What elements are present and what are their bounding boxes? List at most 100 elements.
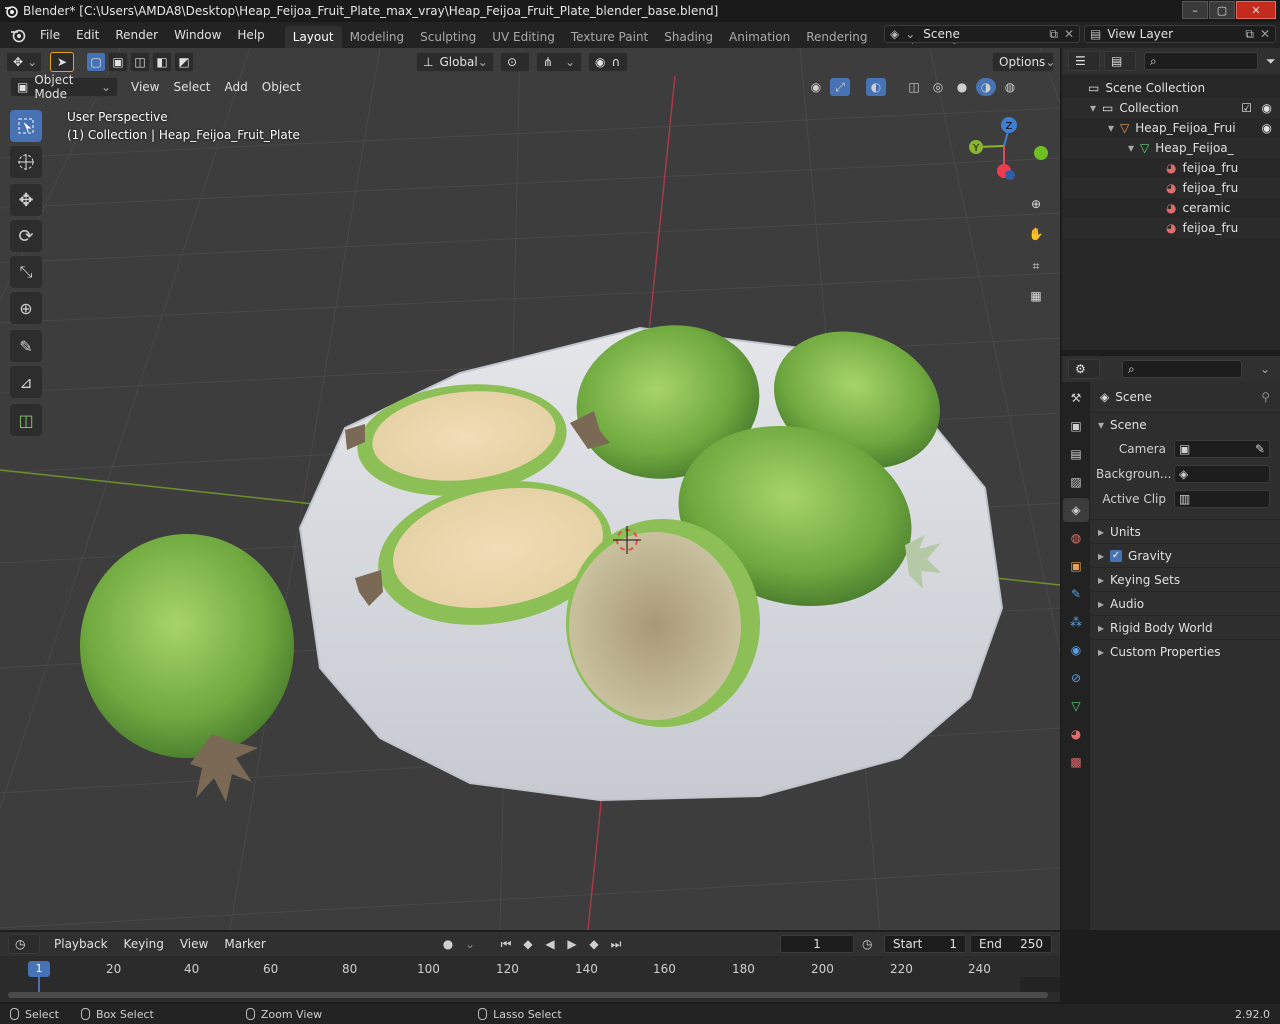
- properties-search-input[interactable]: ⌕: [1122, 360, 1242, 378]
- view-layer-selector[interactable]: ▤ View Layer ⧉ ✕: [1084, 25, 1276, 43]
- chevron-down-icon[interactable]: ▾: [1128, 141, 1134, 155]
- timeline-editor-type[interactable]: ◷: [8, 934, 40, 954]
- overlay-toggle-icon[interactable]: ◐: [866, 78, 886, 96]
- gravity-panel-header[interactable]: ▸ ✓ Gravity: [1090, 543, 1280, 567]
- jump-end-icon[interactable]: ⏭: [606, 935, 626, 953]
- camera-view-button[interactable]: ⌗: [1024, 254, 1048, 278]
- cursor-tool[interactable]: [10, 146, 42, 178]
- gizmo-toggle-icon[interactable]: ⤢: [830, 78, 850, 96]
- eye-icon[interactable]: ◉: [1262, 121, 1272, 135]
- outliner-material[interactable]: ◕ feijoa_fru: [1062, 178, 1280, 198]
- outliner-mesh[interactable]: ▾ ▽ Heap_Feijoa_: [1062, 138, 1280, 158]
- camera-field[interactable]: ▣ ✎: [1174, 439, 1270, 458]
- pin-icon[interactable]: ⚲: [1261, 390, 1270, 404]
- scale-tool[interactable]: ⤡: [10, 256, 42, 288]
- move-tool[interactable]: ✥: [10, 184, 42, 216]
- tab-animation[interactable]: Animation: [721, 26, 798, 48]
- options-dropdown[interactable]: Options ⌄: [992, 52, 1055, 72]
- new-scene-icon[interactable]: ⧉: [1049, 27, 1058, 42]
- chevron-down-icon[interactable]: ⌄: [460, 935, 480, 953]
- timeline-menu-playback[interactable]: Playback: [46, 937, 116, 951]
- menu-file[interactable]: File: [32, 22, 68, 48]
- scene-tab[interactable]: ◈: [1063, 498, 1089, 522]
- tab-modeling[interactable]: Modeling: [342, 26, 413, 48]
- current-frame-field[interactable]: 1: [780, 935, 854, 953]
- solid-shading-icon[interactable]: ●: [952, 78, 972, 96]
- select-extend-icon[interactable]: ▣: [108, 52, 128, 72]
- viewport-menu-object[interactable]: Object: [255, 73, 308, 101]
- output-tab[interactable]: ▤: [1063, 442, 1089, 466]
- background-scene-field[interactable]: ◈: [1174, 464, 1270, 483]
- pivot-point-dropdown[interactable]: ⊙: [500, 52, 530, 72]
- frame-ruler[interactable]: 20 40 60 80 100 120 140 160 180 200 220 …: [0, 960, 1060, 980]
- outliner-material[interactable]: ◕ feijoa_fru: [1062, 158, 1280, 178]
- menu-edit[interactable]: Edit: [68, 22, 107, 48]
- properties-editor-type[interactable]: ⚙: [1068, 359, 1100, 379]
- editor-type-button[interactable]: ✥ ⌄: [6, 52, 42, 72]
- tab-shading[interactable]: Shading: [656, 26, 721, 48]
- scene-selector[interactable]: ◈ ⌄ Scene ⧉ ✕: [884, 25, 1080, 43]
- tab-texture-paint[interactable]: Texture Paint: [563, 26, 656, 48]
- menu-window[interactable]: Window: [166, 22, 229, 48]
- viewport-menu-add[interactable]: Add: [218, 73, 255, 101]
- measure-tool[interactable]: ⊿: [10, 366, 42, 398]
- timeline-menu-view[interactable]: View: [172, 937, 216, 951]
- jump-start-icon[interactable]: ⏮: [496, 935, 516, 953]
- transform-tool[interactable]: ⊕: [10, 292, 42, 324]
- select-subtract-icon[interactable]: ◫: [130, 52, 150, 72]
- maximize-button[interactable]: ▢: [1209, 1, 1235, 19]
- tab-layout[interactable]: Layout: [284, 26, 342, 48]
- visibility-eye-icon[interactable]: ◉: [806, 78, 826, 96]
- outliner-search-input[interactable]: ⌕: [1144, 52, 1258, 70]
- units-panel-header[interactable]: ▸ Units: [1090, 519, 1280, 543]
- object-tab[interactable]: ▣: [1063, 554, 1089, 578]
- chevron-down-icon[interactable]: ▾: [1108, 121, 1114, 135]
- material-tab[interactable]: ◕: [1063, 722, 1089, 746]
- active-clip-field[interactable]: ▥: [1174, 489, 1270, 508]
- custom-properties-panel-header[interactable]: ▸ Custom Properties: [1090, 639, 1280, 663]
- new-view-layer-icon[interactable]: ⧉: [1245, 27, 1254, 42]
- minimize-button[interactable]: –: [1182, 1, 1208, 19]
- checkbox-icon[interactable]: ☑: [1241, 101, 1252, 115]
- outliner-editor-type[interactable]: ☰: [1068, 51, 1100, 71]
- navigation-gizmo[interactable]: Z Y: [969, 117, 1048, 180]
- particles-tab[interactable]: ⁂: [1063, 610, 1089, 634]
- viewport-menu-view[interactable]: View: [124, 73, 166, 101]
- eye-icon[interactable]: ◉: [1262, 101, 1272, 115]
- stopwatch-icon[interactable]: ◷: [862, 937, 872, 951]
- chevron-down-icon[interactable]: ▾: [1090, 101, 1096, 115]
- add-cube-tool[interactable]: ◫: [10, 404, 42, 436]
- play-icon[interactable]: ▶: [562, 935, 582, 953]
- menu-render[interactable]: Render: [107, 22, 166, 48]
- tab-rendering[interactable]: Rendering: [798, 26, 875, 48]
- select-box-tool[interactable]: [10, 110, 42, 142]
- select-new-icon[interactable]: ▢: [86, 52, 106, 72]
- constraints-tab[interactable]: ⊘: [1063, 666, 1089, 690]
- transform-orientation-dropdown[interactable]: ⊥ Global ⌄: [416, 52, 494, 72]
- end-frame-field[interactable]: End 250: [970, 935, 1052, 953]
- rigid-body-world-panel-header[interactable]: ▸ Rigid Body World: [1090, 615, 1280, 639]
- pan-view-button[interactable]: ✋: [1024, 222, 1048, 246]
- chevron-down-icon[interactable]: ⌄: [1260, 362, 1270, 376]
- annotate-tool[interactable]: ✎: [10, 330, 42, 362]
- viewport-menu-select[interactable]: Select: [166, 73, 217, 101]
- scene-panel-header[interactable]: ▾ Scene: [1090, 412, 1280, 436]
- record-icon[interactable]: ●: [438, 935, 458, 953]
- view-layer-tab[interactable]: ▨: [1063, 470, 1089, 494]
- outliner-material[interactable]: ◕ ceramic: [1062, 198, 1280, 218]
- material-shading-icon[interactable]: ◑: [976, 78, 996, 96]
- keying-sets-panel-header[interactable]: ▸ Keying Sets: [1090, 567, 1280, 591]
- snap-toggle[interactable]: ⋔ ⌄: [536, 52, 582, 72]
- next-keyframe-icon[interactable]: ◆: [584, 935, 604, 953]
- world-tab[interactable]: ◍: [1063, 526, 1089, 550]
- select-invert-icon[interactable]: ◧: [152, 52, 172, 72]
- timeline-menu-keying[interactable]: Keying: [116, 937, 172, 951]
- gravity-checkbox[interactable]: ✓: [1110, 549, 1123, 562]
- filter-icon[interactable]: ⏷: [1266, 54, 1276, 69]
- texture-tab[interactable]: ▩: [1063, 750, 1089, 774]
- physics-tab[interactable]: ◉: [1063, 638, 1089, 662]
- render-tab[interactable]: ▣: [1063, 414, 1089, 438]
- object-mode-dropdown[interactable]: ▣ Object Mode ⌄: [10, 73, 118, 101]
- tab-sculpting[interactable]: Sculpting: [412, 26, 484, 48]
- display-mode-dropdown[interactable]: ▤: [1104, 51, 1136, 71]
